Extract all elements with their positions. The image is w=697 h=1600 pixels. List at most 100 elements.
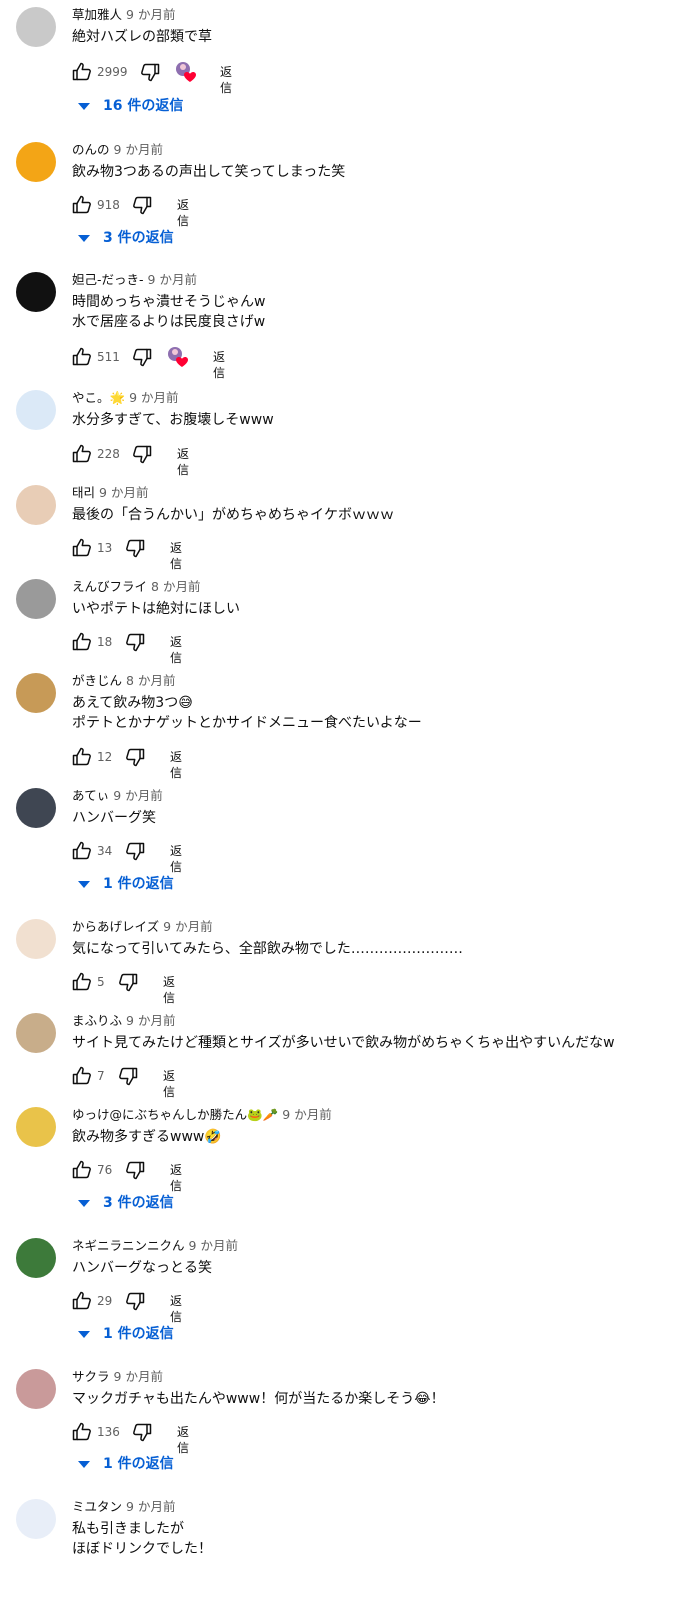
- comment-timestamp[interactable]: 9 か月前: [282, 1107, 331, 1122]
- comment-text: サイト見てみたけど種類とサイズが多いせいで飲み物がめちゃくちゃ出やすいんだなw: [72, 1033, 615, 1053]
- comment-author[interactable]: 妲己-だっき-: [72, 272, 144, 287]
- comment-timestamp[interactable]: 9 か月前: [148, 272, 197, 287]
- like-button[interactable]: [70, 345, 94, 369]
- reply-button[interactable]: 返信: [163, 974, 175, 1006]
- avatar[interactable]: [16, 579, 56, 619]
- dislike-button[interactable]: [116, 1064, 140, 1088]
- comment-author[interactable]: ネギニラニンニクん: [72, 1238, 185, 1253]
- reply-button[interactable]: 返信: [163, 1068, 175, 1100]
- reply-button[interactable]: 返信: [170, 843, 182, 875]
- comment-timestamp[interactable]: 9 か月前: [126, 1013, 175, 1028]
- comment-item: ミユタン 9 か月前 私も引きましたが ほぼドリンクでした！: [0, 1499, 697, 1599]
- reply-button[interactable]: 返信: [170, 1293, 182, 1325]
- comment-author[interactable]: のんの: [72, 142, 110, 157]
- like-button[interactable]: [70, 60, 94, 84]
- reply-button[interactable]: 返信: [213, 349, 225, 381]
- comment-timestamp[interactable]: 9 か月前: [126, 7, 175, 22]
- avatar[interactable]: [16, 788, 56, 828]
- comment-text-line: 飲み物多すぎるwww🤣: [72, 1129, 222, 1145]
- comment-text: 最後の「合うんかい」がめちゃめちゃイケボｗｗｗ: [72, 505, 394, 525]
- reply-button[interactable]: 返信: [170, 634, 182, 666]
- comment-timestamp[interactable]: 9 か月前: [114, 142, 163, 157]
- avatar[interactable]: [16, 272, 56, 312]
- comment-author[interactable]: まふりふ: [72, 1013, 122, 1028]
- reply-button[interactable]: 返信: [170, 749, 182, 781]
- dislike-button[interactable]: [138, 60, 162, 84]
- dislike-button[interactable]: [130, 193, 154, 217]
- comment-timestamp[interactable]: 9 か月前: [189, 1238, 238, 1253]
- like-button[interactable]: [70, 1064, 94, 1088]
- comment-author[interactable]: がきじん: [72, 673, 122, 688]
- comment-author[interactable]: やこ。🌟: [72, 390, 125, 405]
- like-button[interactable]: [70, 193, 94, 217]
- comment-timestamp[interactable]: 9 か月前: [126, 1499, 175, 1514]
- dislike-button[interactable]: [123, 630, 147, 654]
- like-button[interactable]: [70, 970, 94, 994]
- comment-author[interactable]: サクラ: [72, 1369, 110, 1384]
- like-button[interactable]: [70, 442, 94, 466]
- dislike-button[interactable]: [130, 1420, 154, 1444]
- dislike-button[interactable]: [130, 345, 154, 369]
- like-button[interactable]: [70, 1158, 94, 1182]
- avatar[interactable]: [16, 1369, 56, 1409]
- dislike-button[interactable]: [116, 970, 140, 994]
- comment-author[interactable]: 草加雅人: [72, 7, 122, 22]
- like-button[interactable]: [70, 536, 94, 560]
- dislike-button[interactable]: [123, 1289, 147, 1313]
- comment-text-line: 時間めっちゃ潰せそうじゃんw: [72, 294, 266, 310]
- reply-button[interactable]: 返信: [177, 446, 189, 478]
- dislike-button[interactable]: [123, 536, 147, 560]
- like-button[interactable]: [70, 1420, 94, 1444]
- comment-author[interactable]: 태리: [72, 485, 95, 500]
- comment-author[interactable]: ミユタン: [72, 1499, 122, 1514]
- thumbs-down-icon: [130, 193, 154, 217]
- comment-author[interactable]: からあげレイズ: [72, 919, 159, 934]
- comment-timestamp[interactable]: 9 か月前: [163, 919, 212, 934]
- caret-down-icon: [78, 881, 90, 888]
- like-count: 511: [97, 350, 120, 364]
- avatar[interactable]: [16, 485, 56, 525]
- reply-button[interactable]: 返信: [170, 540, 182, 572]
- avatar[interactable]: [16, 1107, 56, 1147]
- like-button[interactable]: [70, 745, 94, 769]
- like-button[interactable]: [70, 1289, 94, 1313]
- avatar[interactable]: [16, 1238, 56, 1278]
- comment-timestamp[interactable]: 9 か月前: [99, 485, 148, 500]
- like-count: 7: [97, 1069, 105, 1083]
- comment-header: からあげレイズ 9 か月前: [72, 919, 213, 935]
- reply-button[interactable]: 返信: [170, 1162, 182, 1194]
- comment-author[interactable]: ゆっけ@にぶちゃんしか勝たん🐸🥕: [72, 1107, 278, 1122]
- like-count: 12: [97, 750, 113, 764]
- avatar[interactable]: [16, 142, 56, 182]
- avatar[interactable]: [16, 7, 56, 47]
- avatar[interactable]: [16, 390, 56, 430]
- comment-timestamp[interactable]: 9 か月前: [114, 1369, 163, 1384]
- avatar[interactable]: [16, 673, 56, 713]
- thumbs-down-icon: [138, 60, 162, 84]
- comment-timestamp[interactable]: 9 か月前: [113, 788, 162, 803]
- reply-button[interactable]: 返信: [177, 197, 189, 229]
- avatar[interactable]: [16, 919, 56, 959]
- comment-timestamp[interactable]: 9 か月前: [129, 390, 178, 405]
- comment-author[interactable]: あてぃ: [72, 788, 109, 803]
- like-button[interactable]: [70, 630, 94, 654]
- creator-heart-icon: [166, 345, 190, 369]
- comment-header: のんの 9 か月前: [72, 142, 163, 158]
- dislike-button[interactable]: [130, 442, 154, 466]
- comment-text-line: サイト見てみたけど種類とサイズが多いせいで飲み物がめちゃくちゃ出やすいんだなw: [72, 1035, 615, 1051]
- comment-author[interactable]: えんびフライ: [72, 579, 147, 594]
- comment-item: 妲己-だっき- 9 か月前 時間めっちゃ潰せそうじゃんw 水で居座るよりは民度良さげw…: [0, 272, 697, 380]
- reply-button[interactable]: 返信: [220, 64, 232, 96]
- dislike-button[interactable]: [123, 839, 147, 863]
- dislike-button[interactable]: [123, 745, 147, 769]
- dislike-button[interactable]: [123, 1158, 147, 1182]
- avatar[interactable]: [16, 1499, 56, 1539]
- avatar[interactable]: [16, 1013, 56, 1053]
- reply-button[interactable]: 返信: [177, 1424, 189, 1456]
- comment-timestamp[interactable]: 8 か月前: [126, 673, 175, 688]
- comment-timestamp[interactable]: 8 か月前: [151, 579, 200, 594]
- like-button[interactable]: [70, 839, 94, 863]
- thumbs-up-icon: [70, 630, 94, 654]
- thumbs-up-icon: [70, 193, 94, 217]
- thumbs-down-icon: [130, 345, 154, 369]
